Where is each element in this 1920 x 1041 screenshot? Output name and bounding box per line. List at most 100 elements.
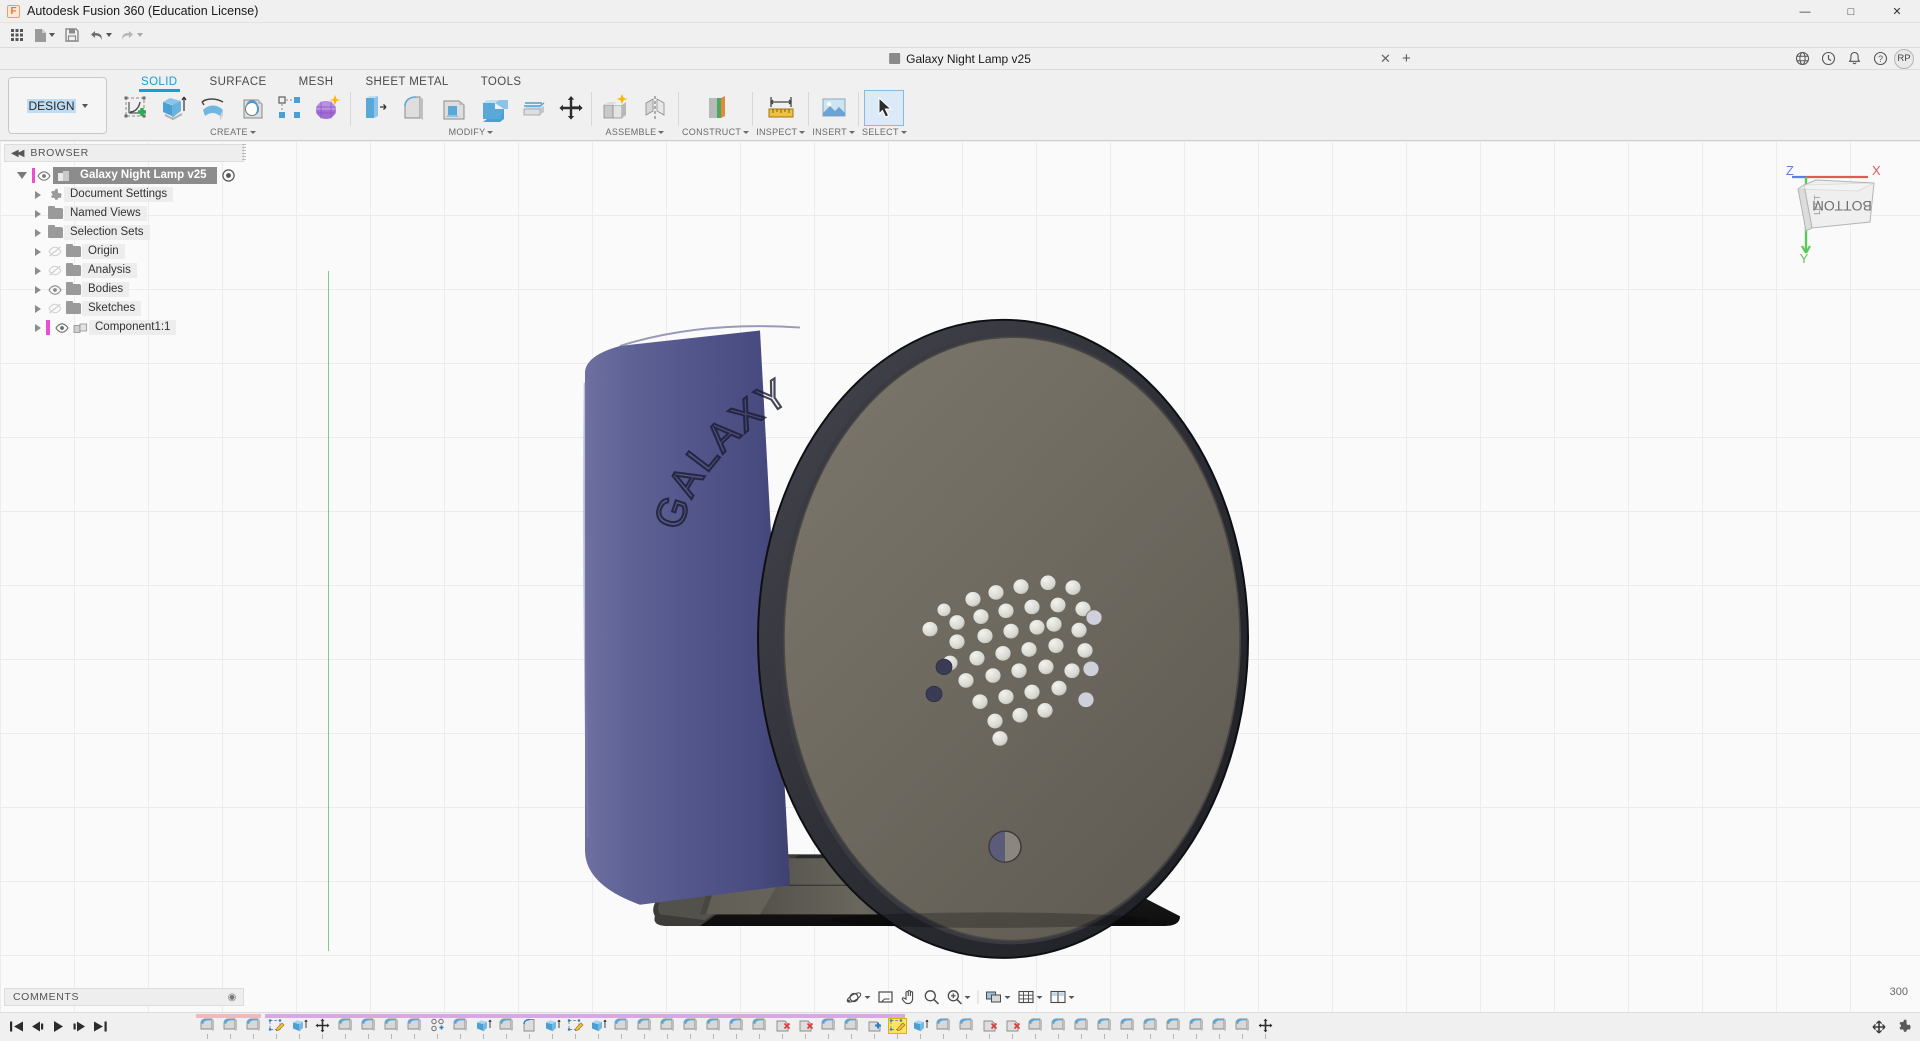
tree-item-analysis[interactable]: Analysis xyxy=(0,261,248,280)
revolve-feature[interactable] xyxy=(334,1018,357,1040)
help-icon[interactable]: ? xyxy=(1868,49,1892,69)
create-sketch-icon[interactable] xyxy=(119,90,153,126)
revolve-feature[interactable] xyxy=(679,1018,702,1040)
expand-arrow-icon[interactable] xyxy=(30,267,46,275)
panel-modify-label[interactable]: MODIFY xyxy=(449,126,494,139)
zoom-icon[interactable] xyxy=(921,987,943,1007)
timeline-track[interactable] xyxy=(117,1013,1868,1041)
fillet-feature[interactable] xyxy=(518,1018,541,1040)
extrude-feature[interactable] xyxy=(909,1018,932,1040)
revolve-feature[interactable] xyxy=(1070,1018,1093,1040)
select-arrow-icon[interactable] xyxy=(864,90,904,126)
tree-item-selection-sets[interactable]: Selection Sets xyxy=(0,223,248,242)
new-file-icon[interactable] xyxy=(30,24,59,46)
insert-mesh-icon[interactable] xyxy=(814,90,854,126)
revolve-feature[interactable] xyxy=(380,1018,403,1040)
sketch-feature[interactable] xyxy=(886,1018,909,1040)
panel-resize-grip[interactable] xyxy=(242,144,246,162)
revolve-feature[interactable] xyxy=(1093,1018,1116,1040)
collapse-left-icon[interactable]: ◀◀ xyxy=(11,148,22,159)
notifications-icon[interactable] xyxy=(1842,49,1866,69)
offset-plane-icon[interactable] xyxy=(696,90,736,126)
jump-to-end-icon[interactable] xyxy=(90,1016,111,1038)
expand-arrow-icon[interactable] xyxy=(30,286,46,294)
avatar[interactable]: RP xyxy=(1894,49,1914,69)
cut-feature[interactable] xyxy=(978,1018,1001,1040)
new-component-icon[interactable] xyxy=(595,90,635,126)
panel-select-label[interactable]: SELECT xyxy=(862,126,907,139)
expand-arrow-icon[interactable] xyxy=(14,172,30,179)
revolve-feature[interactable] xyxy=(357,1018,380,1040)
sketch-feature[interactable] xyxy=(265,1018,288,1040)
tab-surface[interactable]: SURFACE xyxy=(194,76,283,90)
panel-inspect-label[interactable]: INSPECT xyxy=(756,126,805,139)
revolve-feature[interactable] xyxy=(495,1018,518,1040)
tab-mesh[interactable]: MESH xyxy=(283,76,350,90)
pan-icon[interactable] xyxy=(898,987,920,1007)
target-icon[interactable] xyxy=(222,169,235,182)
revolve-feature[interactable] xyxy=(1208,1018,1231,1040)
globe-icon[interactable] xyxy=(1790,49,1814,69)
visibility-eye-icon[interactable] xyxy=(46,285,64,295)
revolve-feature[interactable] xyxy=(1116,1018,1139,1040)
extrude-feature[interactable] xyxy=(288,1018,311,1040)
add-tab-button[interactable]: + xyxy=(1402,50,1411,67)
revolve-feature[interactable] xyxy=(1231,1018,1254,1040)
canvas-viewport[interactable]: GALAXY xyxy=(0,141,1920,1012)
extrude-feature[interactable] xyxy=(472,1018,495,1040)
expand-timeline-icon[interactable] xyxy=(1868,1016,1890,1038)
orbit-icon[interactable] xyxy=(843,987,874,1007)
jump-to-beginning-icon[interactable] xyxy=(6,1016,27,1038)
move-copy-icon[interactable] xyxy=(554,90,588,126)
expand-arrow-icon[interactable] xyxy=(30,248,46,256)
revolve-feature[interactable] xyxy=(1185,1018,1208,1040)
revolve-feature[interactable] xyxy=(196,1018,219,1040)
view-cube[interactable]: X Y Z BOTTOM LEFT xyxy=(1782,159,1892,264)
cut-feature[interactable] xyxy=(1001,1018,1024,1040)
expand-arrow-icon[interactable] xyxy=(30,305,46,313)
redo-icon[interactable] xyxy=(116,24,147,46)
pattern-feature[interactable] xyxy=(426,1018,449,1040)
extrude-icon[interactable] xyxy=(153,90,193,126)
visibility-eye-icon[interactable] xyxy=(53,323,71,333)
panel-assemble-label[interactable]: ASSEMBLE xyxy=(606,126,665,139)
revolve-feature[interactable] xyxy=(219,1018,242,1040)
revolve-feature[interactable] xyxy=(1024,1018,1047,1040)
panel-create-label[interactable]: CREATE xyxy=(210,126,256,139)
fillet-icon[interactable] xyxy=(394,90,434,126)
revolve-feature[interactable] xyxy=(1139,1018,1162,1040)
expand-arrow-icon[interactable] xyxy=(30,229,46,237)
revolve-feature[interactable] xyxy=(449,1018,472,1040)
revolve-feature[interactable] xyxy=(656,1018,679,1040)
minimize-button[interactable]: — xyxy=(1782,0,1828,23)
revolve-feature[interactable] xyxy=(817,1018,840,1040)
play-icon[interactable] xyxy=(48,1016,69,1038)
press-pull-icon[interactable] xyxy=(354,90,394,126)
visibility-eye-off-icon[interactable] xyxy=(46,246,64,257)
tree-item-document-settings[interactable]: Document Settings xyxy=(0,185,248,204)
tab-sheet-metal[interactable]: SHEET METAL xyxy=(349,76,464,90)
maximize-button[interactable]: □ xyxy=(1828,0,1874,23)
undo-icon[interactable] xyxy=(85,24,116,46)
tree-item-bodies[interactable]: Bodies xyxy=(0,280,248,299)
offset-face-icon[interactable] xyxy=(514,90,554,126)
close-button[interactable]: ✕ xyxy=(1874,0,1920,23)
comments-panel[interactable]: COMMENTS ◉ xyxy=(4,988,244,1006)
panel-insert-label[interactable]: INSERT xyxy=(812,126,855,139)
cut-feature[interactable] xyxy=(794,1018,817,1040)
look-at-icon[interactable] xyxy=(875,987,897,1007)
shell-icon[interactable] xyxy=(434,90,474,126)
hole-icon[interactable] xyxy=(233,90,273,126)
extrude-feature[interactable] xyxy=(541,1018,564,1040)
galaxy-night-lamp-model[interactable]: GALAXY xyxy=(0,141,1920,1012)
revolve-feature[interactable] xyxy=(702,1018,725,1040)
timeline-settings-icon[interactable] xyxy=(1892,1016,1914,1038)
save-icon[interactable] xyxy=(59,24,85,46)
visibility-eye-off-icon[interactable] xyxy=(46,265,64,276)
cut-feature[interactable] xyxy=(771,1018,794,1040)
display-settings-icon[interactable] xyxy=(983,987,1014,1007)
step-forward-icon[interactable] xyxy=(69,1016,90,1038)
tab-tools[interactable]: TOOLS xyxy=(465,76,538,90)
revolve-feature[interactable] xyxy=(1162,1018,1185,1040)
form-icon[interactable] xyxy=(307,90,347,126)
